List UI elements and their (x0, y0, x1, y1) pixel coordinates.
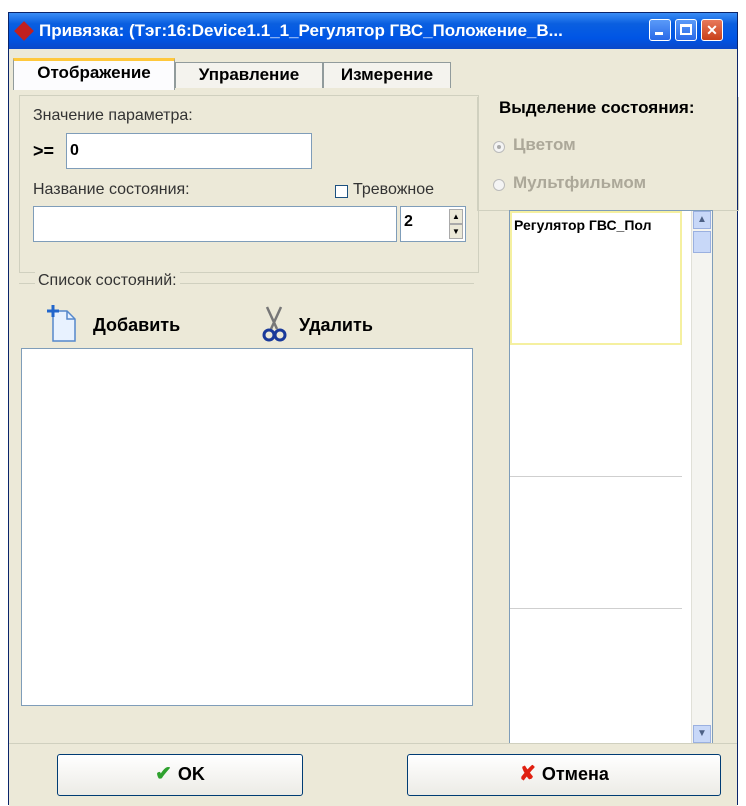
spin-up-icon[interactable]: ▲ (449, 209, 463, 224)
scissors-icon (262, 306, 287, 342)
preview-cell[interactable] (510, 609, 682, 743)
alarm-checkbox[interactable] (335, 185, 348, 198)
tab-control[interactable]: Управление (175, 62, 323, 88)
scroll-down-icon[interactable]: ▼ (693, 725, 711, 743)
title-bar[interactable]: Привязка: (Тэг:16:Device1.1_1_Регулятор … (9, 13, 737, 49)
radio-animation-label: Мультфильмом (513, 173, 647, 192)
radio-color-label: Цветом (513, 135, 576, 154)
scroll-up-icon[interactable]: ▲ (693, 211, 711, 229)
states-listbox[interactable] (21, 348, 473, 706)
window-title: Привязка: (Тэг:16:Device1.1_1_Регулятор … (39, 21, 563, 40)
tab-measurement[interactable]: Измерение (323, 62, 451, 88)
check-icon: ✔ (155, 763, 172, 785)
maximize-button[interactable] (675, 19, 697, 41)
radio-animation[interactable] (493, 179, 505, 191)
close-icon: ✕ (706, 22, 718, 38)
spinner-value: 2 (404, 213, 413, 230)
state-name-input[interactable] (33, 206, 397, 242)
spin-down-icon[interactable]: ▼ (449, 224, 463, 239)
app-icon (14, 21, 34, 41)
close-button[interactable]: ✕ (701, 19, 723, 41)
alarm-label: Тревожное (353, 181, 435, 198)
minimize-icon (655, 32, 663, 35)
param-value-input[interactable]: 0 (66, 133, 312, 169)
x-icon: ✘ (519, 763, 536, 785)
minimize-button[interactable] (649, 19, 671, 41)
maximize-icon (680, 24, 692, 35)
preview-cell-label: Регулятор ГВС_Пол (514, 217, 652, 233)
preview-scrollbar[interactable]: ▲ ▼ (691, 211, 712, 743)
ok-button[interactable]: ✔ OK (57, 754, 303, 796)
state-preview-list[interactable]: Регулятор ГВС_Пол ▲ ▼ (509, 210, 713, 744)
cancel-label: Отмена (541, 764, 609, 784)
param-value-label: Значение параметра: (33, 107, 193, 124)
add-label: Добавить (93, 315, 181, 335)
tab-display[interactable]: Отображение (13, 58, 175, 90)
preview-cell[interactable]: Регулятор ГВС_Пол (510, 211, 682, 345)
delete-label: Удалить (299, 315, 373, 335)
cancel-button[interactable]: ✘ Отмена (407, 754, 721, 796)
radio-color[interactable] (493, 141, 505, 153)
ok-label: OK (177, 764, 205, 784)
preview-cell[interactable] (510, 477, 682, 609)
state-name-label: Название состояния: (33, 181, 190, 198)
highlight-group-title: Выделение состояния: (499, 98, 695, 117)
add-state-button[interactable]: Добавить (47, 305, 207, 345)
states-list-title: Список состояний: (35, 272, 180, 290)
new-document-icon (47, 305, 76, 342)
preview-cell[interactable] (510, 345, 682, 477)
state-number-spinner[interactable]: 2 ▲ ▼ (400, 206, 466, 242)
dialog-button-bar: ✔ OK ✘ Отмена (9, 743, 737, 806)
spinner-buttons: ▲ ▼ (449, 209, 463, 239)
scroll-thumb[interactable] (693, 231, 711, 253)
operator-label: >= (33, 141, 55, 161)
dialog-window: Привязка: (Тэг:16:Device1.1_1_Регулятор … (8, 12, 739, 806)
delete-state-button[interactable]: Удалить (259, 305, 409, 345)
